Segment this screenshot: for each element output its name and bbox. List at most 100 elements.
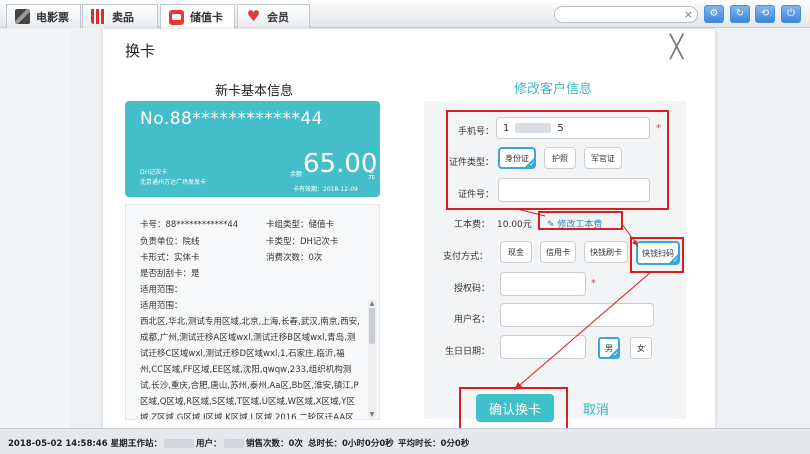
search-input[interactable]: ×	[554, 6, 698, 23]
phone-suffix: 5	[557, 122, 564, 134]
scrollbar[interactable]: ▲ ▼	[368, 300, 376, 418]
id-type-passport[interactable]: 护照	[544, 147, 576, 169]
birthday-input[interactable]	[500, 335, 586, 359]
card-preview: No.88************44 DH记次卡 北京通州万达广场发发卡 余额…	[125, 101, 380, 197]
cancel-button[interactable]: 取消	[563, 394, 629, 422]
tab-label: 电影票	[36, 10, 69, 24]
tab-label: 储值卡	[190, 11, 223, 24]
required-mark: *	[656, 123, 661, 134]
tab-stored-value-card[interactable]: 储值卡	[160, 4, 235, 29]
card-valid-date: 卡有效期：2018-12-09	[293, 186, 358, 193]
info-unit: 负责单位：院线	[140, 237, 200, 247]
auth-code-label: 授权码：	[453, 284, 490, 294]
tab-member[interactable]: ♥ 会员	[237, 4, 310, 28]
scroll-up-icon[interactable]: ▲	[368, 300, 376, 307]
info-scope-desc: 西北区,华北,测试专用区域,北京,上海,长春,武汉,南京,西安,成都,广州,测试…	[140, 317, 360, 420]
power-icon[interactable]: ⏻	[781, 5, 801, 23]
status-station: 工作站：	[128, 437, 195, 449]
status-avg-time: 平均时长：0分0秒	[398, 439, 470, 449]
tab-label: 卖品	[112, 10, 134, 24]
info-scope-2: 适用范围：	[140, 301, 183, 311]
phone-label: 手机号：	[457, 127, 494, 137]
pay-kq-swipe-label: 快钱刷卡	[590, 247, 622, 257]
phone-prefix: 1	[503, 122, 510, 134]
check-icon	[668, 253, 679, 264]
id-type-officer-label: 军官证	[591, 153, 615, 163]
refresh-icon[interactable]: ↻	[730, 5, 750, 23]
gender-female-label: 女	[637, 343, 645, 353]
tab-concessions[interactable]: 卖品	[82, 4, 158, 28]
id-no-label: 证件号：	[457, 190, 494, 200]
auth-code-input[interactable]	[500, 272, 586, 296]
pay-kq-scan[interactable]: 快钱扫码	[636, 241, 680, 265]
info-card-no: 卡号：88************44	[140, 220, 239, 230]
info-consume-count: 消费次数：0次	[266, 253, 323, 263]
film-icon	[15, 9, 30, 24]
lock-icon[interactable]: ⟲	[755, 5, 775, 23]
customer-form: 手机号： 1 5 * 证件类型： 身份证 护照 军官证 证件号： 工本费： 10…	[424, 101, 686, 419]
id-no-input[interactable]	[498, 178, 650, 202]
dialog-title: 换卡	[125, 42, 156, 60]
fee-label: 工本费：	[454, 220, 491, 230]
phone-mask	[515, 123, 552, 133]
info-scratch: 是否刮刮卡：是	[140, 269, 200, 279]
heart-icon: ♥	[246, 7, 261, 25]
birthday-label: 生日日期：	[444, 347, 490, 357]
phone-input[interactable]: 1 5	[496, 117, 650, 139]
required-mark: *	[591, 278, 596, 289]
id-type-id-card[interactable]: 身份证	[498, 147, 536, 169]
id-type-officer[interactable]: 军官证	[584, 147, 622, 169]
user-mask	[223, 439, 244, 448]
check-icon	[524, 157, 535, 168]
info-scope-1: 适用范围：	[140, 285, 183, 295]
pay-credit[interactable]: 信用卡	[540, 241, 576, 263]
edit-fee-link[interactable]: ✎ 修改工本费	[547, 217, 602, 230]
change-card-dialog: 换卡 ╳ 新卡基本信息 修改客户信息 No.88************44 D…	[103, 29, 715, 428]
popcorn-icon	[91, 9, 106, 24]
pay-cash[interactable]: 现金	[500, 241, 532, 263]
info-card-category: 卡组类型：储值卡	[266, 220, 335, 230]
pay-kq-swipe[interactable]: 快钱刷卡	[584, 241, 628, 263]
status-station-label: 工作站：	[128, 439, 163, 449]
edit-icon: ✎	[547, 220, 555, 230]
card-number: No.88************44	[140, 109, 323, 129]
card-balance: 65.00	[303, 149, 378, 179]
status-datetime: 2018-05-02 14:58:46 星期三	[8, 439, 137, 449]
background-right	[760, 29, 810, 428]
id-type-label: 证件类型：	[448, 158, 494, 168]
username-input[interactable]	[500, 303, 654, 327]
clear-search-icon[interactable]: ×	[684, 8, 693, 21]
edit-fee-label: 修改工本费	[557, 220, 603, 230]
check-icon	[608, 347, 619, 358]
card-type: DH记次卡	[140, 169, 168, 176]
gender-female[interactable]: 女	[630, 337, 652, 359]
card-issuer: 北京通州万达广场发发卡	[140, 179, 207, 186]
status-total-time: 总时长：0小时0分0秒	[308, 439, 394, 449]
close-icon[interactable]: ╳	[670, 35, 683, 60]
status-user: 用户：	[196, 437, 244, 449]
confirm-change-button[interactable]: 确认换卡	[476, 394, 554, 422]
tab-movie-ticket[interactable]: 电影票	[6, 4, 81, 28]
edit-customer-info-title: 修改客户信息	[514, 82, 593, 97]
new-card-info-title: 新卡基本信息	[215, 84, 294, 99]
status-sales: 销售次数：0次	[246, 439, 303, 449]
card-icon	[169, 9, 184, 25]
top-tab-bar: 电影票 卖品 储值卡 ♥ 会员 × ⚙ ↻ ⟲ ⏻	[0, 0, 810, 29]
id-type-passport-label: 护照	[552, 153, 568, 163]
info-card-type: 卡类型：DH记次卡	[266, 237, 339, 247]
pay-label: 支付方式：	[442, 252, 488, 262]
settings-icon[interactable]: ⚙	[704, 5, 724, 23]
balance-label: 余额	[290, 171, 303, 178]
gender-male[interactable]: 男	[598, 337, 620, 359]
status-user-label: 用户：	[196, 439, 222, 449]
station-mask	[164, 439, 195, 448]
info-card-form: 卡形式：实体卡	[140, 253, 200, 263]
scroll-thumb[interactable]	[369, 308, 375, 344]
balance-unit: 元	[368, 172, 375, 180]
pay-credit-label: 信用卡	[546, 247, 570, 257]
tab-label: 会员	[267, 10, 289, 24]
fee-value: 10.00元	[497, 220, 532, 230]
scroll-down-icon[interactable]: ▼	[368, 411, 376, 418]
pay-cash-label: 现金	[508, 247, 524, 257]
username-label: 用户名：	[453, 315, 490, 325]
